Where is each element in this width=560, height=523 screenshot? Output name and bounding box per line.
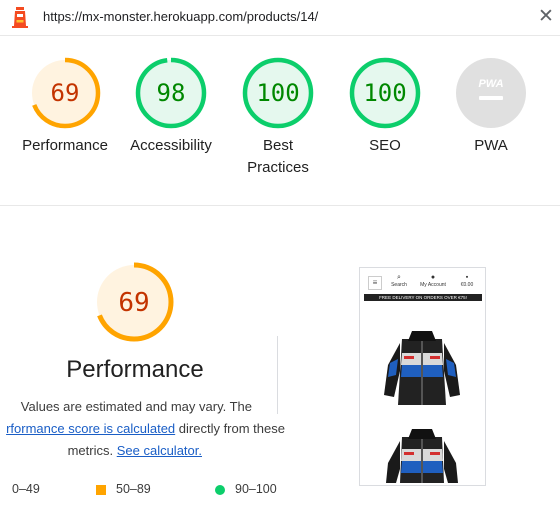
category-gauges: 69 Performance 98 Accessibility 100 Best… [0,36,560,206]
search-icon: ⌕ [397,274,401,281]
description-line2-text: directly from these [175,421,285,436]
thumbnail-cart-label: €0.00 [460,282,474,288]
product-image-jacket-2 [380,423,464,483]
gauge-score-accessibility: 98 [157,79,186,107]
gauge-pwa[interactable]: PWA PWA [436,56,546,157]
thumbnail-cart: ▪ €0.00 [452,274,482,288]
description-line3: metrics. See calculator. [68,440,202,462]
gauge-best-practices[interactable]: 100 Best Practices [223,56,333,179]
gauge-label-accessibility: Accessibility [130,137,212,154]
user-icon: ● [430,274,436,281]
legend-fail: 0–49 [12,482,40,496]
pass-circle-icon [215,484,225,495]
gauge-score-best-practices: 100 [256,79,299,107]
gauge-performance[interactable]: 69 Performance [10,56,120,157]
gauge-label-best-practices: Best Practices [223,135,333,179]
description-line2: rformance score is calculated directly f… [6,418,285,440]
score-calculated-link[interactable]: rformance score is calculated [6,421,175,436]
gauge-score-performance: 69 [51,79,80,107]
gauge-label-best-practices-line2: Practices [247,159,309,176]
description-line1: Values are estimated and may vary. The [20,399,252,414]
performance-big-gauge: 69 [94,262,174,342]
legend-pass: 90–100 [215,482,277,496]
gauge-ring-performance: 69 [29,57,101,129]
jacket-image-2 [386,429,458,483]
section-divider [277,336,278,414]
average-square-icon [96,484,106,495]
gauge-ring-accessibility: 98 [135,57,207,129]
gauge-label-best-practices-line1: Best [262,137,293,154]
page-url[interactable]: https://mx-monster.herokuapp.com/product… [43,9,318,24]
product-image-jacket [380,325,464,411]
page-screenshot-thumbnail[interactable]: ≡ ⌕ Search ● My Account ▪ €0.00 FREE DEL… [359,267,486,486]
legend-average: 50–89 [96,482,151,496]
jacket-image [384,331,460,405]
gauge-ring-best-practices: 100 [242,57,314,129]
gauge-ring-seo: 100 [349,57,421,129]
menu-icon: ≡ [368,276,382,290]
thumbnail-banner: FREE DELIVERY ON ORDERS OVER €75! [364,294,482,301]
thumbnail-account-label: My Account [420,282,446,288]
performance-big-score: 69 [118,288,149,318]
pwa-badge-text: PWA [478,78,503,90]
cart-icon: ▪ [465,274,469,281]
thumbnail-header: ≡ ⌕ Search ● My Account ▪ €0.00 [364,272,482,292]
legend-fail-range: 0–49 [12,482,40,496]
close-icon[interactable]: ✕ [538,5,554,28]
lighthouse-icon [12,7,28,28]
gauge-label-seo: SEO [369,137,401,154]
performance-section: 69 Performance Values are estimated and … [0,206,560,523]
report-topbar: https://mx-monster.herokuapp.com/product… [0,0,560,36]
thumbnail-account: ● My Account [418,274,448,288]
pwa-badge-icon: PWA [456,58,526,128]
gauge-label-performance: Performance [22,137,108,154]
performance-title: Performance [66,356,204,383]
gauge-seo[interactable]: 100 SEO [330,56,440,157]
gauge-score-seo: 100 [363,79,406,107]
description-line3-text: metrics. [67,443,117,458]
thumbnail-search: ⌕ Search [384,274,414,288]
legend-average-range: 50–89 [116,482,151,496]
see-calculator-link[interactable]: See calculator. [117,443,202,458]
thumbnail-search-label: Search [391,282,407,288]
gauge-accessibility[interactable]: 98 Accessibility [116,56,226,157]
legend-pass-range: 90–100 [235,482,277,496]
gauge-label-pwa: PWA [474,137,508,154]
